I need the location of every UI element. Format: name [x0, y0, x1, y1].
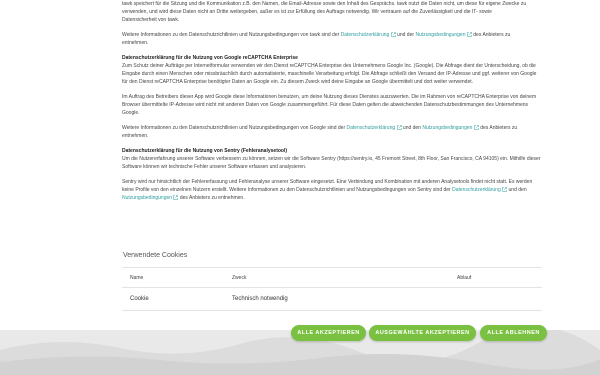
header-expiry: Ablauf: [457, 275, 472, 281]
intro-line-3: Datensicherheit von tawk.: [122, 17, 180, 23]
reject-all-button[interactable]: Alle ablehnen: [480, 325, 547, 341]
google-and: und den: [402, 125, 421, 131]
tawk-entnehmen: entnehmen.: [122, 40, 149, 46]
google-more-prefix: Weitere Informationen zu den Datenschutz…: [122, 125, 346, 131]
external-link-icon: [396, 125, 402, 130]
google-more-suffix: des Anbieters zu: [480, 125, 518, 131]
privacy-sheet: tawk speichert für die Sitzung und die K…: [0, 0, 600, 330]
sentry-terms-link[interactable]: Nutzungsbedingungen: [122, 195, 172, 201]
header-purpose: Zweck: [232, 275, 247, 281]
intro-line-1: tawk speichert für die Sitzung und die K…: [122, 1, 527, 7]
privacy-content: tawk speichert für die Sitzung und die K…: [122, 0, 542, 209]
external-link-icon: [390, 32, 396, 37]
external-link-icon: [474, 125, 479, 130]
google-more-info: Weitere Informationen zu den Datenschutz…: [122, 124, 542, 140]
accept-selected-button[interactable]: Ausgewählte akzeptieren: [369, 325, 476, 341]
external-link-icon: [467, 32, 472, 37]
intro-line-2: verwenden, und wird diese Daten nicht an…: [122, 9, 492, 15]
recaptcha-paragraph-1: Zum Schutz deiner Aufträge per Internetf…: [122, 63, 537, 85]
cookie-name: Cookie: [130, 296, 149, 302]
recaptcha-paragraph-2: Im Auftrag des Betreibers dieser App wir…: [122, 94, 537, 116]
tawk-more-suffix: des Anbieters zu: [473, 32, 511, 38]
sentry-and: und den: [508, 187, 527, 193]
table-row: Cookie Technisch notwendig: [122, 288, 542, 311]
sentry-paragraph-2: Sentry wird nur hinsichtlich der Fehlere…: [122, 178, 542, 202]
recaptcha-heading: Datenschutzerklärung für die Nutzung von…: [122, 55, 298, 61]
accept-all-button[interactable]: Alle akzeptieren: [291, 325, 366, 341]
tawk-terms-link[interactable]: Nutzungsbedingungen: [415, 32, 465, 38]
cookie-table-header: Name Zweck Ablauf: [122, 268, 542, 288]
tawk-intro: tawk speichert für die Sitzung und die K…: [122, 0, 542, 24]
cookie-table: Name Zweck Ablauf Cookie Technisch notwe…: [122, 267, 542, 311]
cookie-purpose: Technisch notwendig: [232, 296, 288, 302]
sentry-heading: Datenschutzerklärung für die Nutzung von…: [122, 148, 288, 154]
tawk-and: und der: [397, 32, 415, 38]
tawk-privacy-link[interactable]: Datenschutzerklärung: [341, 32, 390, 38]
tawk-more-info: Weitere Informationen zu den Datenschutz…: [122, 31, 542, 47]
google-privacy-link[interactable]: Datenschutzerklärung: [347, 125, 396, 131]
google-entnehmen: entnehmen.: [122, 133, 149, 139]
external-link-icon: [173, 195, 179, 200]
external-link-icon: [502, 187, 507, 192]
tawk-more-prefix: Weitere Informationen zu den Datenschutz…: [122, 32, 340, 38]
cookies-title: Verwendete Cookies: [123, 252, 188, 259]
sentry-paragraph-1: Um die Nutzererfahrung unserer Software …: [122, 156, 541, 170]
header-name: Name: [130, 275, 144, 281]
google-terms-link[interactable]: Nutzungsbedingungen: [422, 125, 472, 131]
sentry-suffix: des Anbieters zu entnehmen.: [179, 195, 245, 201]
sentry-privacy-link[interactable]: Datenschutzerklärung: [452, 187, 501, 193]
